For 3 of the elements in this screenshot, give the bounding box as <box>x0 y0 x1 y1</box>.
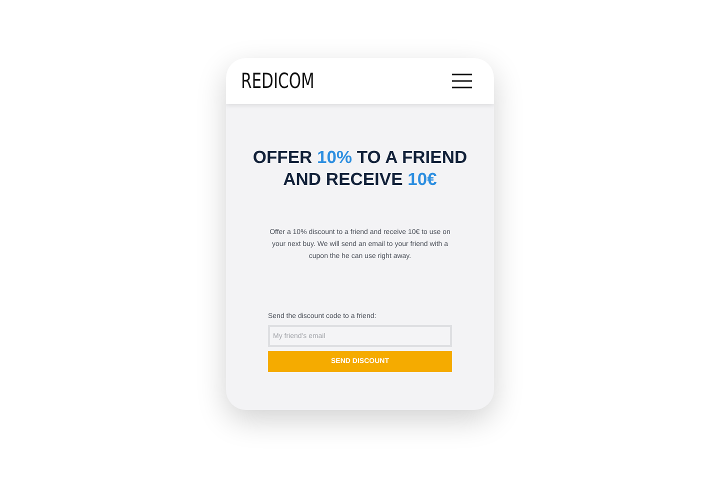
menu-icon[interactable] <box>452 73 472 89</box>
headline: OFFER 10% TO A FRIEND AND RECEIVE 10€ <box>252 146 468 190</box>
logo: REDICOM <box>241 69 314 93</box>
